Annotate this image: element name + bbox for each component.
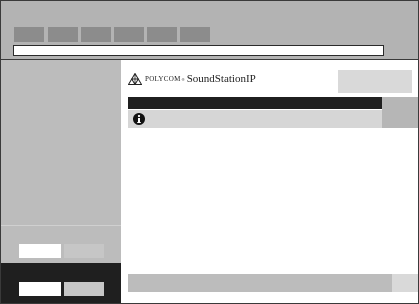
sidebar: [1, 60, 121, 303]
registered-mark: ®: [181, 76, 185, 82]
sidebar-button-2[interactable]: [64, 244, 104, 258]
navigation-bar: [128, 97, 382, 109]
sidebar-button-1[interactable]: [19, 244, 61, 258]
navigation-bar-end: [382, 97, 418, 109]
sidebar-footer-button-2[interactable]: [64, 282, 104, 296]
status-bar-button[interactable]: [392, 274, 418, 292]
info-row-end: [382, 109, 418, 128]
toolbar-button-2[interactable]: [48, 27, 78, 42]
product-name: SoundStationIP: [186, 73, 256, 85]
toolbar-button-4[interactable]: [114, 27, 144, 42]
info-icon: [133, 113, 145, 125]
address-bar[interactable]: [13, 45, 384, 56]
page-header-logo: POLYCOM ® SoundStationIP: [128, 72, 256, 86]
brand-name: POLYCOM: [145, 75, 181, 83]
polycom-triangle-logo-icon: [128, 73, 142, 85]
header-placeholder-box: [338, 70, 412, 93]
sidebar-divider: [1, 225, 121, 226]
main-content: POLYCOM ® SoundStationIP: [121, 60, 418, 303]
info-row: [128, 110, 382, 128]
browser-toolbar: [1, 1, 418, 60]
sidebar-footer: [1, 263, 121, 303]
toolbar-button-1[interactable]: [14, 27, 44, 42]
toolbar-button-3[interactable]: [81, 27, 111, 42]
status-bar: [128, 274, 392, 292]
toolbar-button-6[interactable]: [180, 27, 210, 42]
browser-window: POLYCOM ® SoundStationIP: [0, 0, 419, 304]
sidebar-footer-button-1[interactable]: [19, 282, 61, 296]
toolbar-button-5[interactable]: [147, 27, 177, 42]
